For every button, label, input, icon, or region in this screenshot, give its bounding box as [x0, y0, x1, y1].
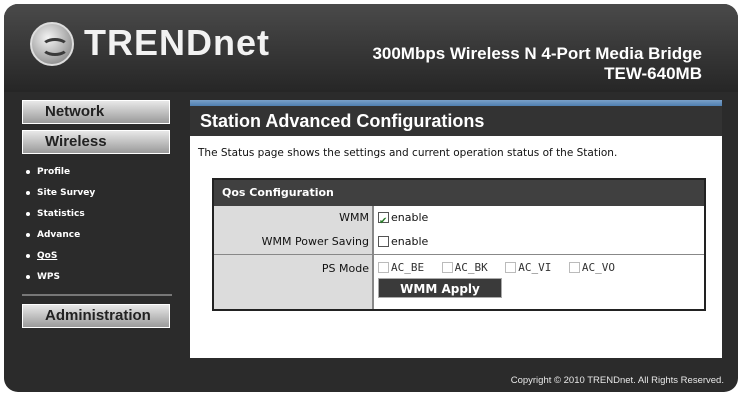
sidebar-item-wps[interactable]: WPS	[22, 267, 174, 288]
copyright-footer: Copyright © 2010 TRENDnet. All Rights Re…	[510, 375, 724, 386]
product-title: 300Mbps Wireless N 4-Port Media Bridge T…	[372, 44, 702, 84]
trendnet-logo-icon	[30, 22, 74, 66]
sidebar: Network Wireless Profile Site Survey Sta…	[22, 100, 174, 328]
wmm-enable-checkbox[interactable]	[378, 210, 389, 234]
wmm-enable-label: enable	[391, 211, 429, 224]
product-name: 300Mbps Wireless N 4-Port Media Bridge	[372, 44, 702, 63]
wireless-submenu: Profile Site Survey Statistics Advance Q…	[22, 162, 174, 288]
logo-text: TRENDnet	[84, 22, 270, 63]
wmm-label: WMM	[214, 206, 374, 230]
page-frame: TRENDnet 300Mbps Wireless N 4-Port Media…	[4, 4, 738, 392]
sidebar-item-site-survey[interactable]: Site Survey	[22, 183, 174, 204]
wmm-power-saving-checkbox[interactable]	[378, 236, 389, 247]
sidebar-item-statistics[interactable]: Statistics	[22, 204, 174, 225]
ps-option-ac-bk[interactable]: AC_BK	[441, 261, 488, 274]
wmm-apply-button[interactable]: WMM Apply	[378, 278, 502, 298]
ac-vi-checkbox[interactable]	[505, 262, 517, 273]
wmm-power-saving-label: WMM Power Saving	[214, 230, 374, 254]
wmm-value: enable	[374, 206, 704, 234]
bullet-icon	[26, 274, 30, 279]
ps-mode-value: AC_BE AC_BK AC_VI AC_VO WMM Apply	[374, 255, 704, 309]
wmm-power-saving-row: WMM Power Saving enable	[214, 230, 704, 254]
menu-wireless[interactable]: Wireless	[22, 130, 170, 154]
bullet-icon	[26, 169, 30, 174]
ps-option-ac-vi[interactable]: AC_VI	[505, 261, 551, 274]
ac-bk-checkbox[interactable]	[441, 262, 453, 273]
menu-administration[interactable]: Administration	[22, 304, 170, 328]
qos-heading: Qos Configuration	[214, 180, 704, 206]
wmm-power-saving-value: enable	[374, 230, 704, 254]
wmm-power-saving-enable-label: enable	[391, 235, 429, 248]
model-number: TEW-640MB	[604, 64, 702, 83]
ps-option-ac-vo[interactable]: AC_VO	[568, 261, 615, 274]
sidebar-divider	[22, 294, 172, 296]
bullet-icon	[26, 211, 30, 216]
bullet-icon	[26, 190, 30, 195]
main-content: Station Advanced Configurations The Stat…	[190, 100, 722, 358]
ps-mode-label: PS Mode	[214, 255, 374, 309]
ac-be-checkbox[interactable]	[378, 262, 389, 273]
bullet-icon	[26, 253, 30, 258]
ps-option-ac-be[interactable]: AC_BE	[378, 261, 424, 274]
sidebar-item-advance[interactable]: Advance	[22, 225, 174, 246]
page-description: The Status page shows the settings and c…	[198, 147, 618, 159]
ps-mode-row: PS Mode AC_BE AC_BK AC_VI AC_VO WMM Appl…	[214, 254, 704, 309]
header: TRENDnet 300Mbps Wireless N 4-Port Media…	[4, 4, 738, 92]
sidebar-item-qos[interactable]: QoS	[22, 246, 174, 267]
wmm-row: WMM enable	[214, 206, 704, 234]
bullet-icon	[26, 232, 30, 237]
page-title: Station Advanced Configurations	[190, 106, 722, 136]
sidebar-item-profile[interactable]: Profile	[22, 162, 174, 183]
ac-vo-checkbox[interactable]	[568, 262, 580, 273]
menu-network[interactable]: Network	[22, 100, 170, 124]
qos-configuration-panel: Qos Configuration WMM enable WMM Power S…	[212, 178, 706, 311]
